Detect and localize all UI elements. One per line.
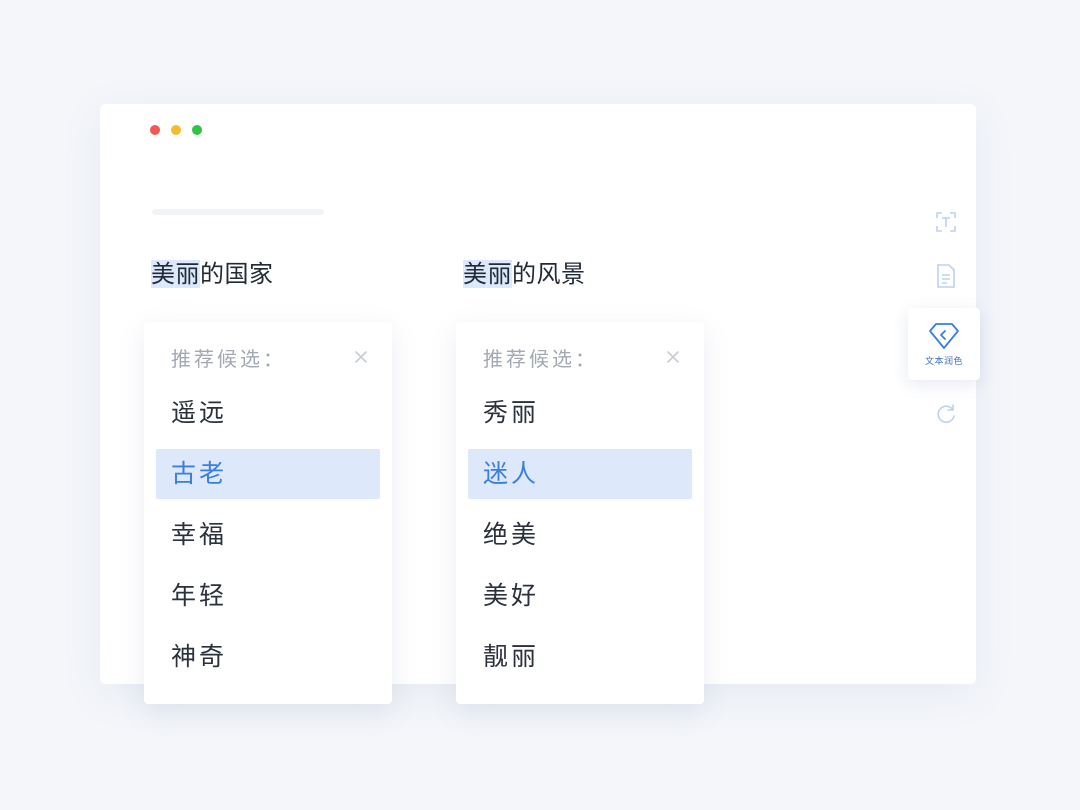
suggestion-option[interactable]: 靓丽 bbox=[468, 632, 692, 682]
highlighted-word[interactable]: 美丽 bbox=[463, 260, 512, 288]
suggestion-panel-1: 推荐候选： 遥远 古老 幸福 年轻 神奇 bbox=[144, 322, 392, 704]
suggestion-list: 秀丽 迷人 绝美 美好 靓丽 bbox=[468, 388, 692, 693]
document-text-line-2[interactable]: 美丽的风景 bbox=[463, 254, 586, 289]
refresh-button[interactable] bbox=[910, 378, 982, 450]
suggestion-option-selected[interactable]: 古老 bbox=[156, 449, 380, 499]
suggestion-option[interactable]: 秀丽 bbox=[468, 388, 692, 438]
panel-title: 推荐候选： bbox=[171, 346, 286, 371]
close-icon bbox=[667, 351, 679, 363]
text-polish-button[interactable]: 文本润色 bbox=[908, 308, 980, 380]
close-window-button[interactable] bbox=[150, 125, 160, 135]
panel-header: 推荐候选： bbox=[171, 342, 372, 372]
suggestion-option[interactable]: 神奇 bbox=[156, 632, 380, 682]
text-polish-label: 文本润色 bbox=[924, 356, 963, 367]
window-controls bbox=[150, 125, 202, 135]
suggestion-list: 遥远 古老 幸福 年轻 神奇 bbox=[156, 388, 380, 693]
suggestion-option[interactable]: 美好 bbox=[468, 571, 692, 621]
suggestion-option-selected[interactable]: 迷人 bbox=[468, 449, 692, 499]
text-scan-icon bbox=[936, 212, 956, 232]
document-button[interactable] bbox=[910, 240, 982, 312]
close-icon bbox=[355, 351, 367, 363]
document-icon bbox=[937, 264, 955, 288]
highlighted-word[interactable]: 美丽 bbox=[151, 260, 200, 288]
document-text: 的风景 bbox=[512, 260, 586, 288]
close-panel-button[interactable] bbox=[662, 346, 684, 368]
suggestion-option[interactable]: 幸福 bbox=[156, 510, 380, 560]
minimize-window-button[interactable] bbox=[171, 125, 181, 135]
suggestion-option[interactable]: 年轻 bbox=[156, 571, 380, 621]
maximize-window-button[interactable] bbox=[192, 125, 202, 135]
refresh-icon bbox=[937, 404, 955, 423]
close-panel-button[interactable] bbox=[350, 346, 372, 368]
panel-header: 推荐候选： bbox=[483, 342, 684, 372]
suggestion-panel-2: 推荐候选： 秀丽 迷人 绝美 美好 靓丽 bbox=[456, 322, 704, 704]
suggestion-option[interactable]: 遥远 bbox=[156, 388, 380, 438]
document-text-line-1[interactable]: 美丽的国家 bbox=[151, 254, 274, 289]
diamond-polish-icon bbox=[929, 322, 959, 349]
document-text: 的国家 bbox=[200, 260, 274, 288]
panel-title: 推荐候选： bbox=[483, 346, 598, 371]
tool-sidebar: 文本润色 bbox=[908, 104, 980, 684]
placeholder-line bbox=[152, 209, 324, 215]
suggestion-option[interactable]: 绝美 bbox=[468, 510, 692, 560]
app-window: 美丽的国家 美丽的风景 推荐候选： 遥远 古老 幸福 年轻 神奇 推荐候选： 秀… bbox=[100, 104, 980, 704]
